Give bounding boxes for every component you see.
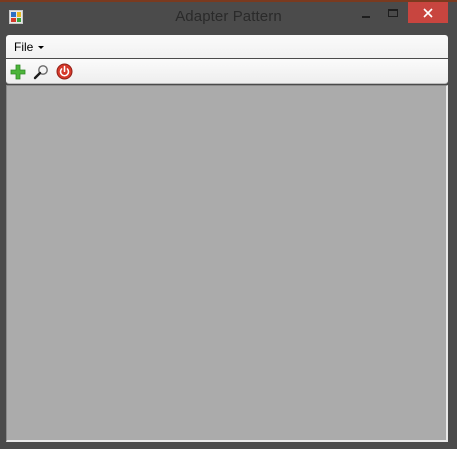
add-icon <box>10 64 26 79</box>
close-icon <box>423 7 433 18</box>
power-icon <box>56 63 72 80</box>
app-window: Adapter Pattern File <box>0 0 457 449</box>
maximize-icon <box>388 9 398 17</box>
chevron-down-icon <box>38 45 45 49</box>
title-bar[interactable]: Adapter Pattern <box>0 2 457 32</box>
minimize-button[interactable] <box>356 2 376 24</box>
search-button[interactable] <box>31 62 51 81</box>
maximize-button[interactable] <box>383 2 403 24</box>
add-button[interactable] <box>8 62 28 81</box>
menu-bar: File <box>6 35 448 58</box>
search-icon <box>33 64 48 79</box>
minimize-icon <box>362 16 370 18</box>
close-button[interactable] <box>408 2 448 23</box>
mdi-client-area[interactable] <box>6 85 448 442</box>
menu-file[interactable]: File <box>10 38 48 55</box>
menu-file-label: File <box>14 39 34 54</box>
power-button[interactable] <box>54 62 74 81</box>
toolbar <box>6 59 448 84</box>
